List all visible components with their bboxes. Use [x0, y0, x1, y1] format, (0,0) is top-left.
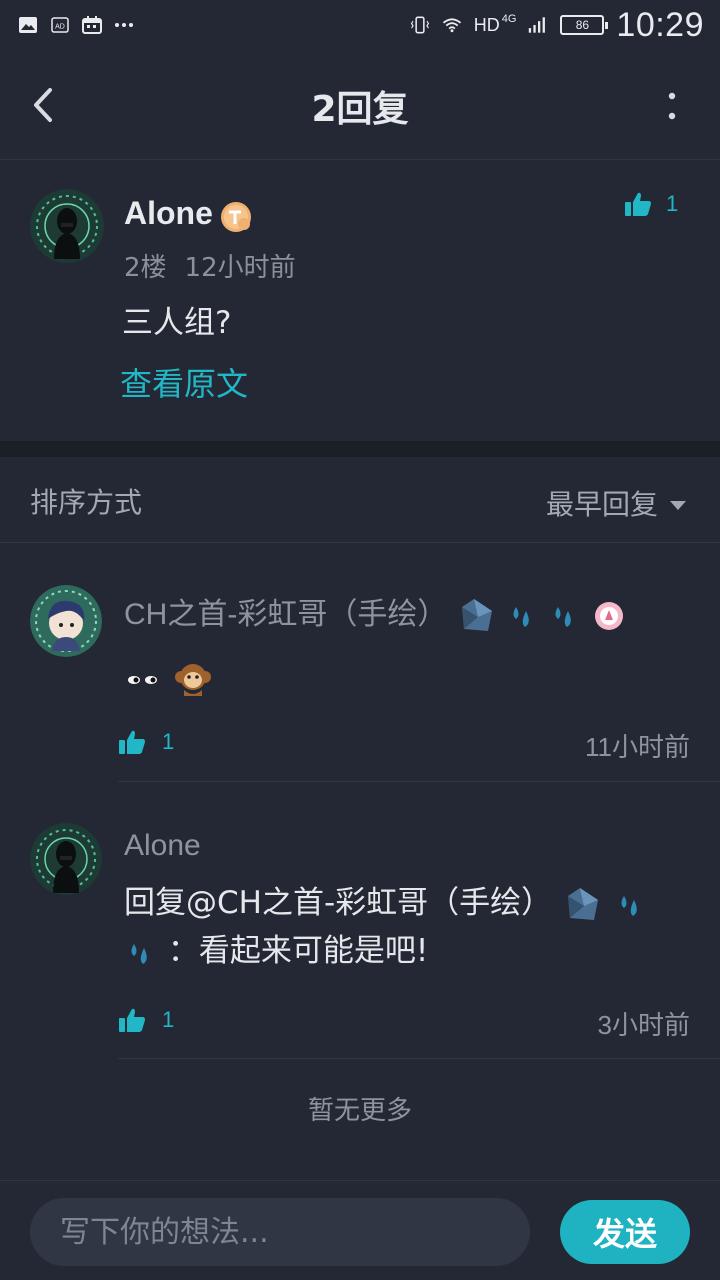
divider — [118, 781, 720, 782]
eyes-icon — [128, 675, 157, 684]
sort-label: 排序方式 — [30, 486, 143, 519]
page-title: 2回复 — [311, 89, 409, 130]
avatar[interactable] — [30, 823, 102, 895]
send-button[interactable]: 发送 — [560, 1200, 690, 1264]
no-more-label: 暂无更多 — [307, 1096, 412, 1126]
comment-composer: 发送 — [0, 1180, 720, 1280]
caret-down-icon — [670, 500, 686, 510]
monkey-icon — [174, 663, 211, 696]
avatar[interactable] — [30, 585, 102, 657]
post-time: 12小时前 — [184, 253, 296, 283]
reply-item: Alone 回复@CH之首-彩虹哥（手绘） ：看起来可能是吧! 1 3小时前 — [0, 783, 720, 1063]
like-count: 1 — [162, 1007, 175, 1032]
reply-author-name[interactable]: Alone — [124, 829, 201, 863]
post-author-name[interactable]: Alone — [124, 195, 213, 232]
sweat-drop-icon — [131, 943, 147, 964]
network-gen: 4G — [501, 13, 517, 25]
thumbs-up-icon — [625, 192, 651, 216]
sort-row: 排序方式 最早回复 — [0, 457, 720, 543]
main-post: Alone 1 2楼 12小时前 三人组? 查看原文 — [0, 161, 720, 441]
clock: 10:29 — [616, 5, 704, 44]
status-bar: AD HD 4G 86 10:29 — [0, 0, 720, 50]
like-count: 1 — [666, 191, 679, 216]
vibrate-icon — [410, 16, 430, 34]
view-original-link[interactable]: 查看原文 — [120, 359, 248, 405]
sort-dropdown[interactable]: 最早回复 — [546, 483, 686, 523]
reply-author-name[interactable]: CH之首-彩虹哥（手绘） — [124, 589, 627, 635]
more-options-button[interactable] — [662, 86, 682, 126]
avatar[interactable] — [30, 189, 104, 263]
vertical-dots-icon — [668, 92, 676, 120]
thumbs-up-icon — [119, 1008, 145, 1032]
reply-content — [124, 653, 684, 701]
level-badge-icon — [220, 201, 252, 233]
sweat-drop-icon — [513, 607, 529, 628]
section-divider — [0, 441, 720, 457]
post-meta: 2楼 12小时前 — [124, 247, 296, 284]
more-dots-icon — [114, 16, 134, 34]
calendar-icon — [82, 16, 102, 34]
reply-time: 11小时前 — [585, 732, 690, 762]
diamond-icon — [568, 887, 599, 920]
battery-indicator: 86 — [560, 15, 609, 35]
comment-input[interactable] — [30, 1198, 530, 1266]
divider — [118, 1058, 720, 1059]
reply-content: 回复@CH之首-彩虹哥（手绘） ：看起来可能是吧! — [124, 879, 684, 975]
like-button[interactable]: 1 — [118, 1007, 174, 1033]
like-button[interactable]: 1 — [118, 729, 174, 755]
sweat-drop-icon — [621, 895, 637, 916]
reply-time: 3小时前 — [597, 1010, 690, 1040]
signal-icon — [528, 16, 548, 34]
like-button[interactable]: 1 — [624, 191, 678, 217]
reply-item: CH之首-彩虹哥（手绘） 1 11小时前 — [0, 543, 720, 783]
like-count: 1 — [162, 729, 175, 754]
sweat-drop-icon — [555, 607, 572, 628]
thumbs-up-icon — [119, 730, 145, 754]
network-type: HD — [473, 14, 500, 35]
floor-number: 2楼 — [124, 253, 167, 283]
svg-text:AD: AD — [55, 24, 65, 31]
wifi-icon — [442, 16, 462, 34]
pink-badge-icon — [594, 602, 623, 631]
sort-selected-value: 最早回复 — [545, 488, 658, 521]
image-icon — [18, 16, 38, 34]
diamond-icon — [461, 599, 492, 632]
ad-icon: AD — [50, 16, 70, 34]
post-content: 三人组? — [122, 305, 232, 341]
top-nav-bar: 2回复 — [0, 50, 720, 160]
